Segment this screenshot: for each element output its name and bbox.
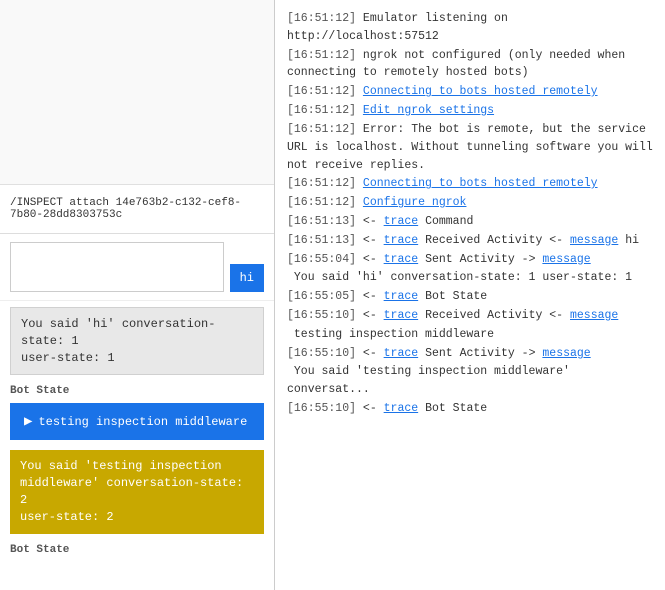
left-panel: /INSPECT attach 14e763b2-c132-cef8-7b80-… [0, 0, 275, 590]
trace-link-2[interactable]: trace [384, 234, 419, 247]
connecting-link-2[interactable]: Connecting to bots hosted remotely [363, 177, 598, 190]
inspect-text: /INSPECT attach 14e763b2-c132-cef8-7b80-… [10, 197, 241, 221]
log-text: Bot State [425, 290, 487, 303]
log-line-7: [16:51:12] Configure ngrok [287, 194, 653, 212]
log-line-4: [16:51:12] Edit ngrok settings [287, 102, 653, 120]
message-link-1[interactable]: message [570, 234, 618, 247]
log-time: [16:51:12] [287, 123, 356, 136]
log-line-10-cont: You said 'hi' conversation-state: 1 user… [287, 269, 653, 287]
arrow-left: <- [363, 290, 384, 303]
chat-input[interactable] [10, 242, 224, 292]
connecting-link-1[interactable]: Connecting to bots hosted remotely [363, 85, 598, 98]
app-container: /INSPECT attach 14e763b2-c132-cef8-7b80-… [0, 0, 665, 590]
log-time: [16:55:05] [287, 290, 356, 303]
arrow-left: <- [363, 234, 384, 247]
log-time: [16:51:13] [287, 215, 356, 228]
log-text: hi [625, 234, 639, 247]
log-line-11: [16:55:05] <- trace Bot State [287, 288, 653, 306]
log-line-2: [16:51:12] ngrok not configured (only ne… [287, 47, 653, 83]
log-text: testing inspection middleware [287, 328, 494, 341]
log-text: Received Activity <- [425, 234, 570, 247]
log-line-1: [16:51:12] Emulator listening on http://… [287, 10, 653, 46]
trace-link-3[interactable]: trace [384, 253, 419, 266]
log-text: You said 'testing inspection middleware'… [287, 365, 570, 396]
inspect-bar: /INSPECT attach 14e763b2-c132-cef8-7b80-… [0, 185, 274, 234]
bot-state-label-2: Bot State [0, 540, 274, 558]
log-line-5: [16:51:12] Error: The bot is remote, but… [287, 121, 653, 174]
bot-state-button-label: testing inspection middleware [38, 415, 247, 429]
trace-link-5[interactable]: trace [384, 309, 419, 322]
log-time: [16:55:10] [287, 309, 356, 322]
right-panel: [16:51:12] Emulator listening on http://… [275, 0, 665, 590]
message-link-3[interactable]: message [570, 309, 618, 322]
log-text: Received Activity <- [425, 309, 570, 322]
log-line-8: [16:51:13] <- trace Command [287, 213, 653, 231]
log-line-13-cont: You said 'testing inspection middleware'… [287, 363, 653, 399]
trace-link-6[interactable]: trace [384, 347, 419, 360]
log-time: [16:55:04] [287, 253, 356, 266]
arrow-left: <- [363, 402, 384, 415]
edit-ngrok-link[interactable]: Edit ngrok settings [363, 104, 494, 117]
trace-link-4[interactable]: trace [384, 290, 419, 303]
log-time: [16:51:12] [287, 104, 356, 117]
message-link-4[interactable]: message [542, 347, 590, 360]
log-line-10: [16:55:04] <- trace Sent Activity -> mes… [287, 251, 653, 269]
trace-link-1[interactable]: trace [384, 215, 419, 228]
log-text: Sent Activity -> [425, 347, 542, 360]
log-text: Sent Activity -> [425, 253, 542, 266]
log-line-13: [16:55:10] <- trace Sent Activity -> mes… [287, 345, 653, 363]
response-message-1: You said 'hi' conversation-state: 1 user… [10, 307, 264, 375]
log-time: [16:51:12] [287, 196, 356, 209]
bot-state-label-1: Bot State [0, 381, 274, 399]
bot-state-button[interactable]: ▶ testing inspection middleware [10, 403, 264, 440]
arrow-left: <- [363, 253, 384, 266]
send-button[interactable]: hi [230, 264, 264, 292]
arrow-left: <- [363, 347, 384, 360]
log-time: [16:51:12] [287, 177, 356, 190]
log-time: [16:55:10] [287, 402, 356, 415]
log-line-6: [16:51:12] Connecting to bots hosted rem… [287, 175, 653, 193]
cursor-icon: ▶ [24, 413, 32, 430]
response-message-2: You said 'testing inspection middleware'… [10, 450, 264, 533]
log-time: [16:51:12] [287, 12, 356, 25]
log-text: You said 'hi' conversation-state: 1 user… [287, 271, 632, 284]
log-time: [16:55:10] [287, 347, 356, 360]
log-time: [16:51:13] [287, 234, 356, 247]
log-time: [16:51:12] [287, 85, 356, 98]
log-text: Command [425, 215, 473, 228]
chat-input-area: hi [0, 234, 274, 301]
configure-ngrok-link[interactable]: Configure ngrok [363, 196, 467, 209]
top-space [0, 0, 274, 185]
log-line-12: [16:55:10] <- trace Received Activity <-… [287, 307, 653, 325]
log-line-9: [16:51:13] <- trace Received Activity <-… [287, 232, 653, 250]
log-line-12-cont: testing inspection middleware [287, 326, 653, 344]
arrow-left: <- [363, 215, 384, 228]
log-time: [16:51:12] [287, 49, 356, 62]
log-line-14: [16:55:10] <- trace Bot State [287, 400, 653, 418]
trace-link-7[interactable]: trace [384, 402, 419, 415]
log-line-3: [16:51:12] Connecting to bots hosted rem… [287, 83, 653, 101]
log-text: Bot State [425, 402, 487, 415]
message-link-2[interactable]: message [542, 253, 590, 266]
arrow-left: <- [363, 309, 384, 322]
